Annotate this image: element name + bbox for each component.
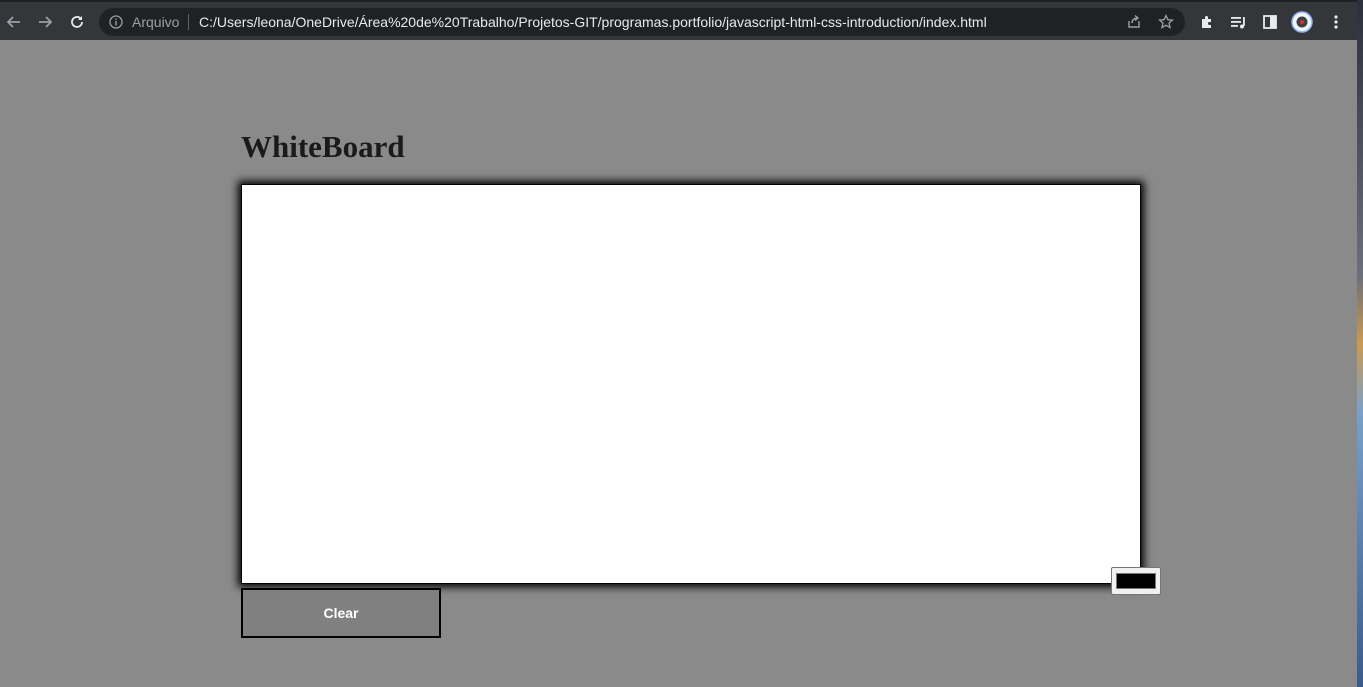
scheme-label: Arquivo — [132, 14, 180, 30]
pen-color-picker[interactable] — [1111, 567, 1161, 595]
forward-button[interactable] — [33, 10, 57, 34]
arrow-right-icon — [37, 14, 53, 30]
address-bar[interactable]: Arquivo C:/Users/leona/OneDrive/Área%20d… — [99, 8, 1185, 36]
puzzle-icon[interactable] — [1196, 11, 1218, 33]
url-text[interactable]: C:/Users/leona/OneDrive/Área%20de%20Trab… — [199, 14, 987, 30]
back-button[interactable] — [2, 10, 26, 34]
whiteboard-canvas[interactable] — [241, 184, 1141, 584]
clear-button[interactable]: Clear — [241, 588, 441, 638]
page-title: WhiteBoard — [241, 129, 405, 164]
share-icon[interactable] — [1125, 13, 1143, 31]
media-queue-icon[interactable] — [1228, 11, 1250, 33]
desktop-background-edge — [1357, 0, 1363, 687]
side-panel-icon[interactable] — [1259, 11, 1281, 33]
kebab-menu-icon[interactable] — [1325, 11, 1347, 33]
reload-button[interactable] — [65, 10, 89, 34]
info-icon[interactable] — [109, 15, 123, 29]
star-icon[interactable] — [1157, 13, 1175, 31]
omnibox-divider — [188, 14, 189, 30]
browser-toolbar: Arquivo C:/Users/leona/OneDrive/Área%20d… — [0, 0, 1357, 40]
arrow-left-icon — [6, 14, 22, 30]
color-swatch — [1116, 573, 1156, 589]
reload-icon — [69, 14, 85, 30]
page-viewport: WhiteBoard Clear — [0, 40, 1357, 687]
profile-avatar-icon[interactable] — [1291, 11, 1313, 33]
